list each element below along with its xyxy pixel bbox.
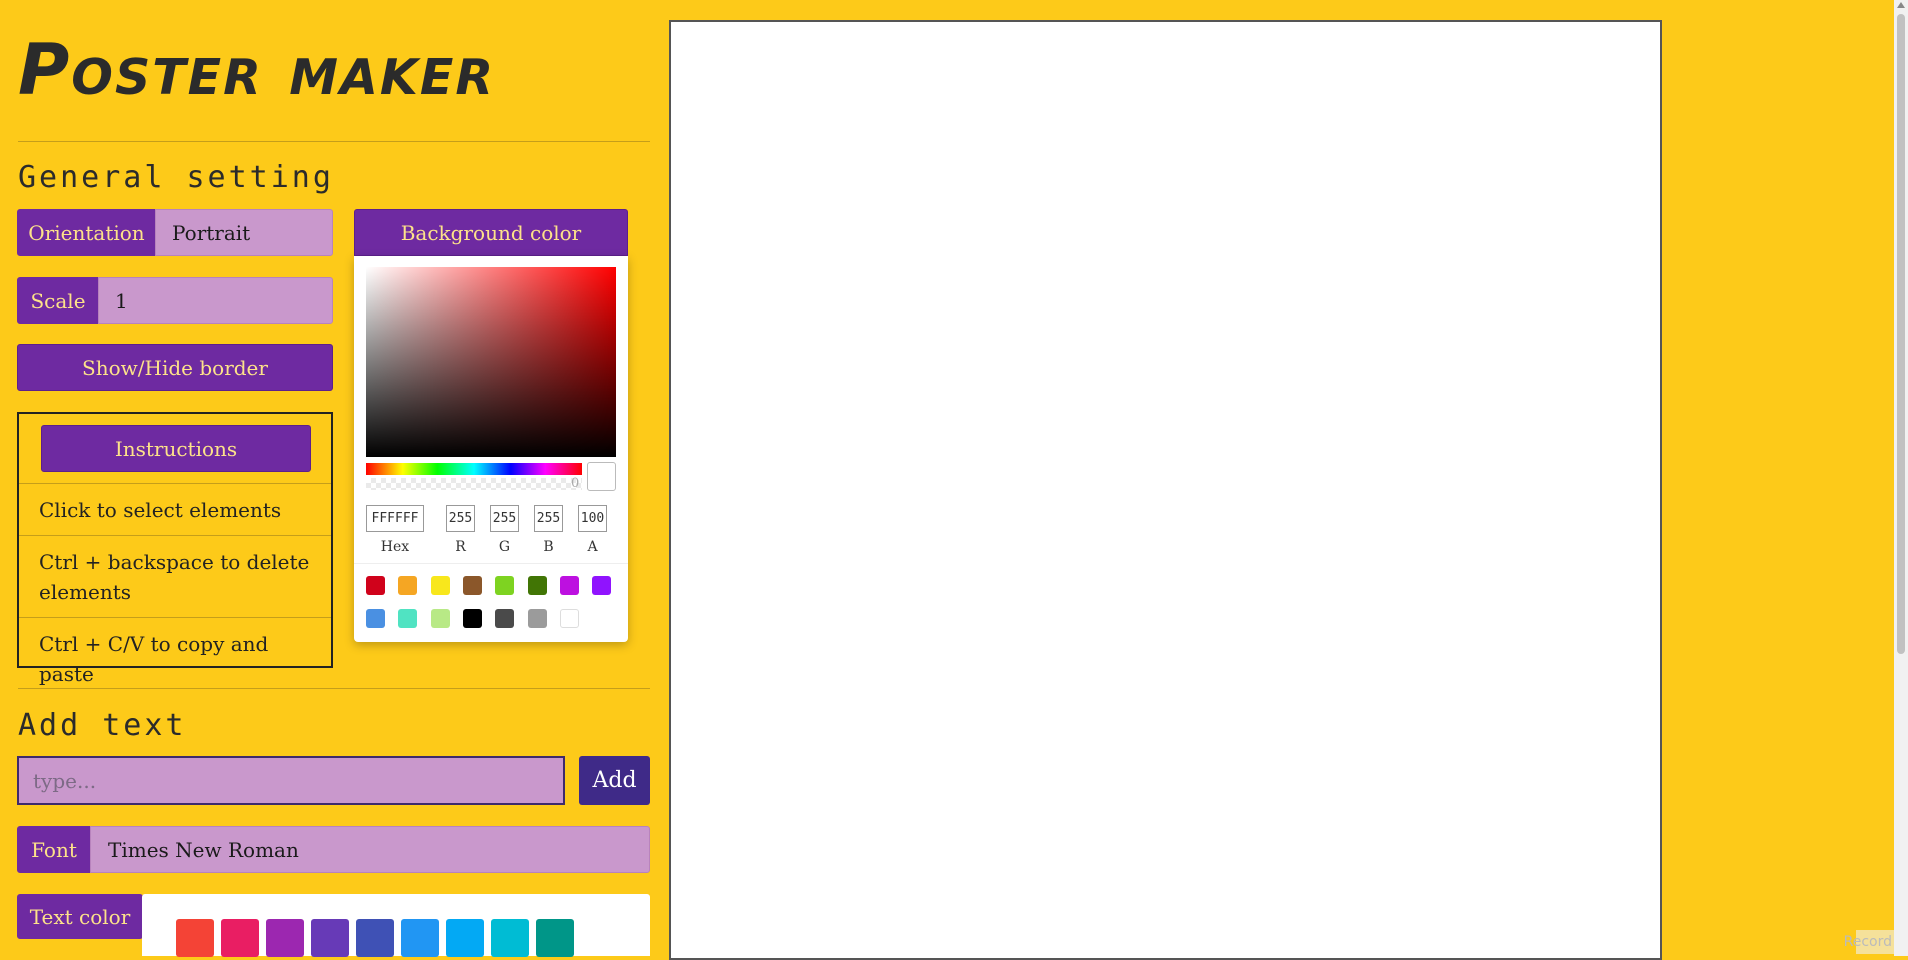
font-label: Font bbox=[17, 826, 91, 873]
color-picker: 0 FFFFFF 255 255 255 100 Hex R G B A bbox=[354, 256, 628, 642]
color-swatch[interactable] bbox=[398, 576, 418, 595]
color-swatch[interactable] bbox=[495, 609, 515, 628]
text-color-picker bbox=[142, 894, 650, 957]
text-input[interactable]: type... bbox=[17, 756, 565, 805]
add-text-heading: Add text bbox=[18, 708, 187, 743]
text-color-swatch[interactable] bbox=[491, 919, 529, 957]
color-swatch[interactable] bbox=[462, 576, 482, 595]
color-swatch[interactable] bbox=[366, 609, 385, 628]
color-swatch[interactable] bbox=[462, 609, 482, 628]
color-swatch[interactable] bbox=[366, 576, 385, 595]
orientation-select[interactable]: Portrait bbox=[155, 209, 333, 256]
app-title: Poster maker bbox=[18, 29, 496, 111]
text-color-swatch[interactable] bbox=[266, 919, 304, 957]
color-preview bbox=[587, 462, 616, 491]
b-input[interactable]: 255 bbox=[534, 505, 563, 532]
picker-divider bbox=[354, 563, 628, 564]
hex-label: Hex bbox=[380, 539, 410, 555]
text-color-swatch[interactable] bbox=[311, 919, 349, 957]
instruction-item: Click to select elements bbox=[19, 483, 331, 535]
show-hide-border-button[interactable]: Show/Hide border bbox=[17, 344, 333, 391]
b-label: B bbox=[543, 539, 554, 555]
add-text-button[interactable]: Add bbox=[579, 756, 650, 805]
scale-label: Scale bbox=[17, 277, 99, 324]
scrollbar-thumb[interactable] bbox=[1897, 14, 1905, 654]
instructions-button[interactable]: Instructions bbox=[41, 425, 311, 472]
color-swatch[interactable] bbox=[430, 609, 450, 628]
color-swatch[interactable] bbox=[559, 609, 579, 628]
text-color-swatch[interactable] bbox=[536, 919, 574, 957]
font-select[interactable]: Times New Roman bbox=[90, 826, 650, 873]
g-input[interactable]: 255 bbox=[490, 505, 519, 532]
color-swatch[interactable] bbox=[430, 576, 450, 595]
instruction-item: Ctrl + C/V to copy and paste bbox=[19, 617, 331, 686]
color-swatch[interactable] bbox=[559, 576, 579, 595]
orientation-label: Orientation bbox=[17, 209, 156, 256]
color-swatch[interactable] bbox=[398, 609, 418, 628]
general-setting-heading: General setting bbox=[18, 160, 334, 195]
text-color-swatch[interactable] bbox=[446, 919, 484, 957]
instructions-panel: Instructions Click to select elements Ct… bbox=[17, 412, 333, 686]
text-color-swatch[interactable] bbox=[401, 919, 439, 957]
g-label: G bbox=[498, 539, 511, 555]
color-swatch[interactable] bbox=[495, 576, 515, 595]
text-color-swatch[interactable] bbox=[356, 919, 394, 957]
color-swatch[interactable] bbox=[527, 609, 547, 628]
color-swatch[interactable] bbox=[592, 576, 612, 595]
hex-input[interactable]: FFFFFF bbox=[366, 505, 424, 532]
text-color-swatch[interactable] bbox=[221, 919, 259, 957]
record-label: Record bbox=[1844, 930, 1894, 954]
scale-input[interactable]: 1 bbox=[98, 277, 333, 324]
divider bbox=[18, 688, 650, 689]
color-swatch[interactable] bbox=[527, 576, 547, 595]
hue-slider[interactable] bbox=[366, 463, 582, 475]
instruction-item: Ctrl + backspace to delete elements bbox=[19, 535, 331, 617]
text-color-label: Text color bbox=[17, 894, 143, 939]
alpha-value: 0 bbox=[571, 476, 580, 491]
a-input[interactable]: 100 bbox=[578, 505, 607, 532]
alpha-slider[interactable] bbox=[366, 478, 582, 490]
text-color-swatch[interactable] bbox=[176, 919, 214, 957]
r-input[interactable]: 255 bbox=[446, 505, 475, 532]
scroll-up-icon[interactable] bbox=[1897, 2, 1905, 8]
background-color-button[interactable]: Background color bbox=[354, 209, 628, 256]
saturation-area[interactable] bbox=[366, 267, 616, 457]
r-label: R bbox=[455, 539, 466, 555]
scrollbar[interactable] bbox=[1894, 0, 1908, 956]
a-label: A bbox=[587, 539, 598, 555]
divider bbox=[18, 141, 650, 142]
poster-canvas[interactable] bbox=[669, 20, 1662, 960]
